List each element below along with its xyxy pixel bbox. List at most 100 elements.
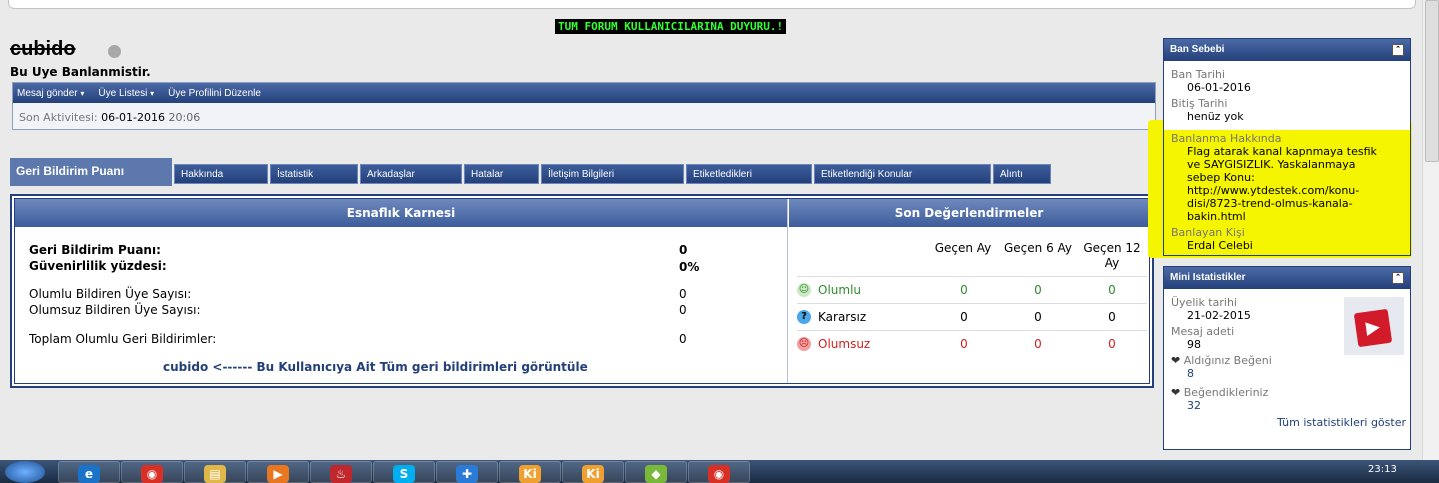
tab-friends[interactable]: Arkadaşlar	[360, 164, 462, 184]
likes-received-value[interactable]: 8	[1164, 367, 1410, 380]
kodi-icon-2: Ki	[582, 465, 604, 483]
page-scrollbar[interactable]	[1422, 0, 1439, 460]
taskbar-app[interactable]: ◉	[121, 461, 183, 483]
ban-date-value: 06-01-2016	[1187, 81, 1251, 94]
tab-quotes[interactable]: Alıntı	[993, 164, 1051, 184]
tab-feedback[interactable]: Geri Bildirim Puanı	[10, 158, 172, 186]
rating-value: 0	[1034, 283, 1042, 297]
mini-stats-title: Mini Istatistikler	[1170, 272, 1246, 283]
collapse-icon[interactable]: ⌃	[1392, 44, 1404, 56]
ban-panel-header: Ban Sebebi ⌃	[1164, 39, 1410, 61]
start-button[interactable]	[5, 461, 45, 483]
ban-panel-title: Ban Sebebi	[1170, 44, 1225, 55]
negative-count-value: 0	[679, 303, 687, 317]
play-logo-icon: ▶	[1353, 308, 1393, 348]
member-list-menu[interactable]: Üye Listesi ▾	[98, 88, 154, 99]
mini-stats-header: Mini Istatistikler ⌃	[1164, 267, 1410, 289]
likes-received-text: Aldığınız Beğeni	[1183, 354, 1272, 367]
collapse-icon[interactable]: ⌃	[1392, 272, 1404, 284]
col-last-12-months: Geçen 12 Ay	[1083, 241, 1141, 270]
rating-value: 0	[1108, 310, 1116, 324]
all-stats-link[interactable]: Tüm istatistikleri göster	[1164, 416, 1410, 429]
banned-notice: Bu Uye Banlanmistir.	[10, 65, 151, 79]
likes-given-label: ❤ Beğendikleriniz	[1164, 386, 1410, 399]
profile-header: Mesaj gönder ▾ Üye Listesi ▾ Üye Profili…	[12, 82, 1156, 130]
last-activity: Son Aktivitesi: 06-01-2016 20:06	[13, 103, 1155, 132]
activity-date: 06-01-2016	[101, 111, 166, 124]
tab-about[interactable]: Hakkında	[174, 164, 268, 184]
question-face-icon: ?	[797, 310, 811, 324]
taskbar-app[interactable]: Ki	[499, 461, 561, 483]
taskbar-app[interactable]: ✚	[436, 461, 498, 483]
offline-status-icon	[108, 45, 121, 58]
tab-contact[interactable]: İletişim Bilgileri	[541, 164, 684, 184]
send-message-menu[interactable]: Mesaj gönder ▾	[17, 88, 84, 99]
total-positive-value: 0	[679, 332, 687, 346]
taskbar-app[interactable]: S	[373, 461, 435, 483]
top-panel	[8, 0, 1416, 9]
likes-received-label: ❤ Aldığınız Beğeni	[1164, 354, 1410, 367]
rating-value: 0	[1034, 337, 1042, 351]
chrome-icon: ◉	[141, 465, 163, 483]
windows-taskbar: e ◉ ▤ ▶ ♨ S ✚ Ki Ki ◆ ◉ 23:13	[0, 460, 1439, 483]
taskbar-app[interactable]: ♨	[310, 461, 372, 483]
media-icon: ▶	[267, 465, 289, 483]
taskbar-app[interactable]: ▶	[247, 461, 309, 483]
taskbar-app[interactable]: Ki	[562, 461, 624, 483]
ban-end-label: Bitiş Tarihi	[1171, 97, 1228, 110]
rating-value: 0	[1034, 310, 1042, 324]
taskbar-app[interactable]: ◆	[625, 461, 687, 483]
link-text[interactable]: <------ Bu Kullanıcıya Ait Tüm geri bild…	[212, 360, 587, 374]
positive-count-value: 0	[679, 287, 687, 301]
rating-row-negative: ☹ Olumsuz 0 0 0	[797, 330, 1147, 357]
rating-value: 0	[960, 310, 968, 324]
rating-label: Olumlu	[818, 283, 862, 297]
scrollbar-thumb[interactable]	[1425, 0, 1439, 162]
tab-tagged[interactable]: Etiketledikleri	[686, 164, 812, 184]
announcement-banner[interactable]: TUM FORUM KULLANICILARINA DUYURU.!	[555, 19, 787, 34]
chevron-down-icon: ▾	[150, 88, 155, 98]
likes-given-text: Beğendikleriniz	[1183, 386, 1269, 399]
tab-tagged-threads[interactable]: Etiketlendiği Konular	[814, 164, 991, 184]
col-last-month: Geçen Ay	[934, 241, 992, 255]
rating-label: Olumsuz	[818, 337, 871, 351]
firstaid-icon: ✚	[456, 465, 478, 483]
ban-reason-value: Flag atarak kanal kapnmaya tesfik ve SAY…	[1187, 145, 1377, 223]
tab-stats[interactable]: İstatistik	[270, 164, 358, 184]
rating-row-neutral: ? Kararsız 0 0 0	[797, 303, 1147, 330]
rating-label: Kararsız	[818, 310, 867, 324]
rating-value: 0	[960, 283, 968, 297]
banned-by-value: Erdal Celebi	[1187, 239, 1253, 252]
feedback-panel: Esnaflık Karnesi Son Değerlendirmeler Ge…	[10, 194, 1154, 388]
col-last-6-months: Geçen 6 Ay	[1003, 241, 1073, 255]
send-message-label: Mesaj gönder	[17, 87, 78, 99]
ban-reason-panel: Ban Sebebi ⌃ Ban Tarihi 06-01-2016 Bitiş …	[1163, 38, 1411, 256]
scorecard-title: Esnaflık Karnesi	[15, 199, 787, 227]
feedback-score-label: Geri Bildirim Puanı:	[29, 243, 161, 257]
chrome-icon-2: ◉	[708, 465, 730, 483]
recent-ratings-title: Son Değerlendirmeler	[789, 199, 1149, 227]
folder-icon: ▤	[204, 465, 226, 483]
happy-face-icon: ☺	[797, 283, 811, 297]
angry-face-icon: ☹	[797, 337, 811, 351]
member-list-label: Üye Listesi	[98, 87, 148, 99]
ban-end-value: henüz yok	[1187, 110, 1244, 123]
feedback-score-value: 0	[679, 243, 688, 257]
kodi-icon-1: Ki	[519, 465, 541, 483]
column-divider	[787, 199, 788, 383]
ban-date-label: Ban Tarihi	[1171, 68, 1226, 81]
mini-stats-panel: Mini Istatistikler ⌃ ▶ Üyelik tarihi 21-0…	[1163, 266, 1411, 450]
likes-given-value[interactable]: 32	[1164, 399, 1410, 412]
taskbar-app[interactable]: ▤	[184, 461, 246, 483]
banned-by-label: Banlayan Kişi	[1171, 226, 1245, 239]
reliability-value: 0%	[679, 260, 700, 274]
tab-errors[interactable]: Hatalar	[464, 164, 539, 184]
profile-nav: Mesaj gönder ▾ Üye Listesi ▾ Üye Profili…	[13, 83, 1155, 103]
taskbar-clock[interactable]: 23:13	[1368, 464, 1397, 475]
taskbar-app[interactable]: ◉	[688, 461, 750, 483]
taskbar-app[interactable]: e	[58, 461, 120, 483]
app-red-icon: ♨	[330, 465, 352, 483]
edit-profile-link[interactable]: Üye Profilini Düzenle	[168, 88, 261, 99]
view-all-feedback-link[interactable]: cubido <------ Bu Kullanıcıya Ait Tüm ge…	[163, 360, 588, 374]
link-username[interactable]: cubido	[163, 360, 208, 374]
